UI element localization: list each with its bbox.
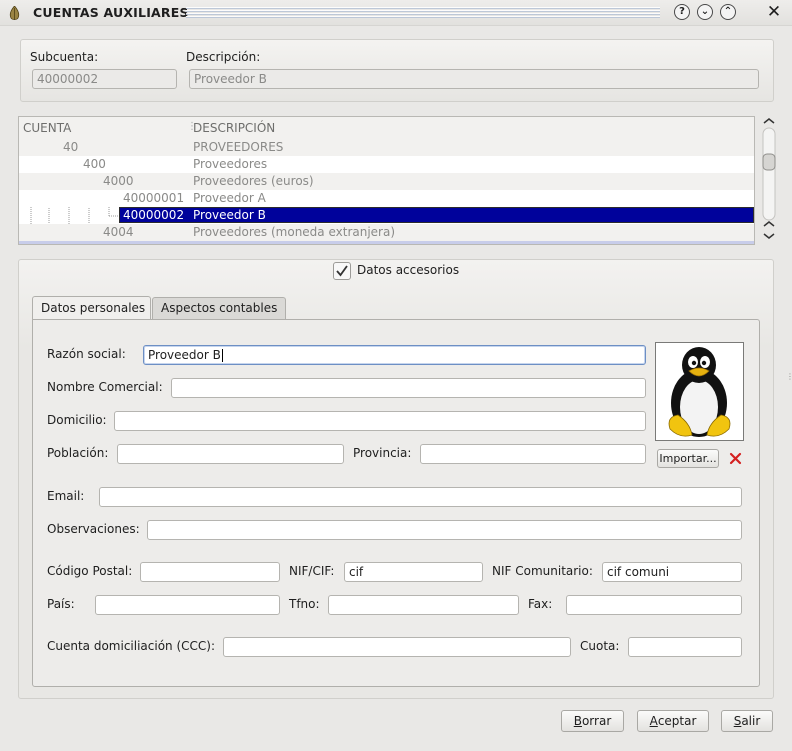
tree-cell-cuenta: 4000 <box>103 174 134 188</box>
tree-cell-cuenta: 40000001 <box>123 191 185 205</box>
resize-grip[interactable]: ⋮ <box>786 372 792 381</box>
email-input[interactable] <box>99 487 742 507</box>
red-x-icon[interactable] <box>729 452 742 465</box>
minimize-button[interactable]: ⌄ <box>697 4 713 20</box>
nif-comunitario-input[interactable]: cif comuni <box>602 562 742 582</box>
tree-row-selected[interactable]: 40000002 Proveedor B <box>19 207 754 224</box>
provincia-label: Provincia: <box>353 446 412 460</box>
poblacion-input[interactable] <box>117 444 344 464</box>
pais-input[interactable] <box>95 595 280 615</box>
tree-cell-descripcion: Proveedor A <box>193 191 266 205</box>
tree-cell-cuenta: 40 <box>63 140 79 154</box>
tree-row[interactable]: 40 PROVEEDORES <box>19 139 754 156</box>
razon-social-input[interactable]: Proveedor B <box>143 345 646 365</box>
tab-aspectos-contables[interactable]: Aspectos contables <box>152 297 286 319</box>
tree-cell-descripcion: Proveedores <box>193 157 268 171</box>
domicilio-input[interactable] <box>114 411 646 431</box>
leaf-icon <box>9 6 20 20</box>
scroll-down-icon <box>763 233 775 239</box>
tree-cell-cuenta: 400 <box>83 157 106 171</box>
tree-cell-descripcion: Proveedores (euros) <box>193 174 314 188</box>
tab-datos-personales[interactable]: Datos personales <box>32 296 151 320</box>
provincia-input[interactable] <box>420 444 646 464</box>
nif-cif-label: NIF/CIF: <box>289 564 335 578</box>
tree-cell-descripcion: PROVEEDORES <box>193 140 284 154</box>
aceptar-button[interactable]: Aceptar <box>637 710 709 732</box>
chevron-up-icon: ⌃ <box>723 6 733 17</box>
fax-label: Fax: <box>528 597 553 611</box>
descripcion-label: Descripción: <box>186 50 261 64</box>
fax-input[interactable] <box>566 595 742 615</box>
tfno-label: Tfno: <box>289 597 320 611</box>
tree-row[interactable]: 40000001 Proveedor A <box>19 190 754 207</box>
nombre-comercial-input[interactable] <box>171 378 646 398</box>
tree-cell-descripcion: Proveedor B <box>193 208 266 222</box>
tree-cell-cuenta: 4004 <box>103 225 134 239</box>
tree-row[interactable]: 4004 Proveedores (moneda extranjera) <box>19 224 754 241</box>
cuenta-domiciliacion-input[interactable] <box>223 637 571 657</box>
tree-row[interactable]: 4000 Proveedores (euros) <box>19 173 754 190</box>
pais-label: País: <box>47 597 75 611</box>
column-header-cuenta[interactable]: CUENTA <box>23 121 71 135</box>
datos-accesorios-checkbox[interactable] <box>333 262 351 280</box>
scroll-thumb <box>762 153 776 171</box>
codigo-postal-input[interactable] <box>140 562 280 582</box>
nif-cif-input[interactable]: cif <box>344 562 483 582</box>
penguin-icon <box>668 347 731 437</box>
salir-button[interactable]: Salir <box>721 710 773 732</box>
nif-comunitario-label: NIF Comunitario: <box>492 564 593 578</box>
close-icon: ✕ <box>766 2 782 22</box>
observaciones-label: Observaciones: <box>47 522 140 536</box>
poblacion-label: Población: <box>47 446 109 460</box>
razon-social-label: Razón social: <box>47 347 126 361</box>
text-caret <box>221 349 223 362</box>
nombre-comercial-label: Nombre Comercial: <box>47 380 163 394</box>
subcuenta-label: Subcuenta: <box>30 50 99 64</box>
observaciones-input[interactable] <box>147 520 742 540</box>
title-decoration <box>186 7 660 19</box>
tree-cell-cuenta: 40000002 <box>123 208 185 222</box>
tree-cell-descripcion: Proveedores (moneda extranjera) <box>193 225 396 239</box>
cuota-label: Cuota: <box>580 639 620 653</box>
maximize-button[interactable]: ⌃ <box>720 4 736 20</box>
accounts-tree[interactable]: CUENTA ⋮ DESCRIPCIÓN ⋮ 40 PROVEEDORES 40… <box>18 116 755 245</box>
cuota-input[interactable] <box>628 637 742 657</box>
window-title: CUENTAS AUXILIARES <box>33 5 189 20</box>
scroll-up-icon <box>763 118 775 124</box>
codigo-postal-label: Código Postal: <box>47 564 133 578</box>
column-header-descripcion[interactable]: DESCRIPCIÓN <box>193 121 275 135</box>
chevron-down-icon: ⌄ <box>700 6 710 17</box>
tree-row-partial[interactable] <box>19 241 754 244</box>
help-button[interactable]: ? <box>674 4 690 20</box>
descripcion-field[interactable]: Proveedor B <box>189 69 759 89</box>
tfno-input[interactable] <box>328 595 519 615</box>
datos-accesorios-label: Datos accesorios <box>357 263 460 277</box>
checkmark-icon <box>336 265 348 277</box>
tree-scrollbar[interactable] <box>760 116 778 245</box>
cuenta-domiciliacion-label: Cuenta domiciliación (CCC): <box>47 639 216 653</box>
close-button[interactable]: ✕ <box>765 2 783 22</box>
borrar-button[interactable]: Borrar <box>561 710 624 732</box>
domicilio-label: Domicilio: <box>47 413 107 427</box>
importar-button[interactable]: Importar... <box>657 449 719 468</box>
subcuenta-field[interactable]: 40000002 <box>32 69 177 89</box>
email-label: Email: <box>47 489 85 503</box>
tree-row[interactable]: 400 Proveedores <box>19 156 754 173</box>
photo-frame[interactable] <box>655 342 744 441</box>
question-icon: ? <box>679 6 685 17</box>
tree-header: CUENTA ⋮ DESCRIPCIÓN ⋮ <box>19 117 754 139</box>
